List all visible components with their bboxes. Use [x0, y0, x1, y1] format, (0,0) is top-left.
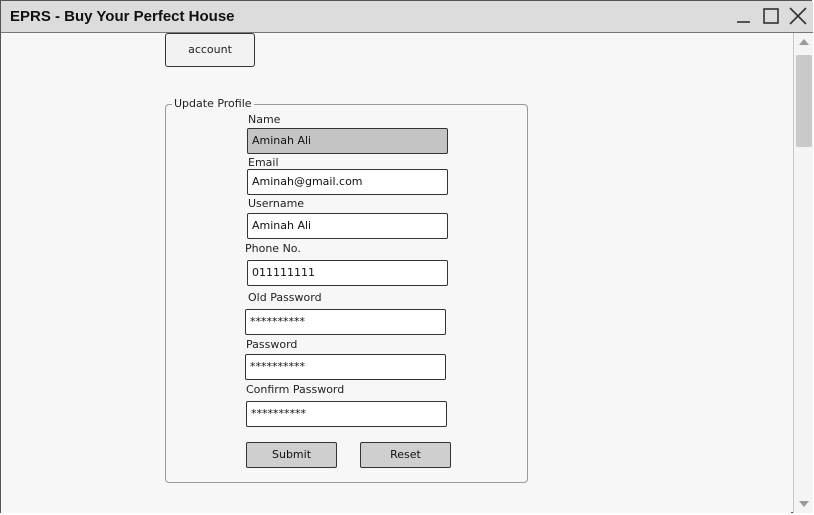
minimize-icon[interactable]	[733, 5, 755, 27]
phone-label: Phone No.	[245, 242, 301, 255]
title-bar: EPRS - Buy Your Perfect House	[1, 1, 813, 33]
update-profile-legend: Update Profile	[172, 97, 254, 110]
password-label: Password	[246, 338, 298, 351]
username-field[interactable]: Aminah Ali	[247, 213, 448, 239]
maximize-icon[interactable]	[760, 5, 782, 27]
phone-field[interactable]: 011111111	[247, 260, 448, 286]
scroll-down-icon[interactable]	[798, 499, 810, 509]
old-password-field[interactable]: **********	[245, 309, 446, 335]
submit-button[interactable]: Submit	[246, 442, 337, 468]
scroll-up-icon[interactable]	[798, 37, 810, 47]
username-label: Username	[248, 197, 305, 210]
email-field[interactable]: Aminah@gmail.com	[247, 169, 448, 195]
old-password-label: Old Password	[248, 291, 322, 304]
reset-button[interactable]: Reset	[360, 442, 451, 468]
confirm-password-label: Confirm Password	[246, 383, 345, 396]
email-label: Email	[248, 156, 279, 169]
name-field: Aminah Ali	[247, 128, 448, 154]
vertical-scrollbar[interactable]	[793, 33, 813, 513]
name-label: Name	[248, 113, 281, 126]
account-tab[interactable]: account	[165, 33, 255, 67]
password-field[interactable]: **********	[245, 354, 446, 380]
close-icon[interactable]	[787, 5, 809, 27]
window-title: EPRS - Buy Your Perfect House	[10, 8, 235, 25]
scrollbar-thumb[interactable]	[796, 55, 812, 147]
confirm-password-field[interactable]: **********	[246, 401, 447, 427]
